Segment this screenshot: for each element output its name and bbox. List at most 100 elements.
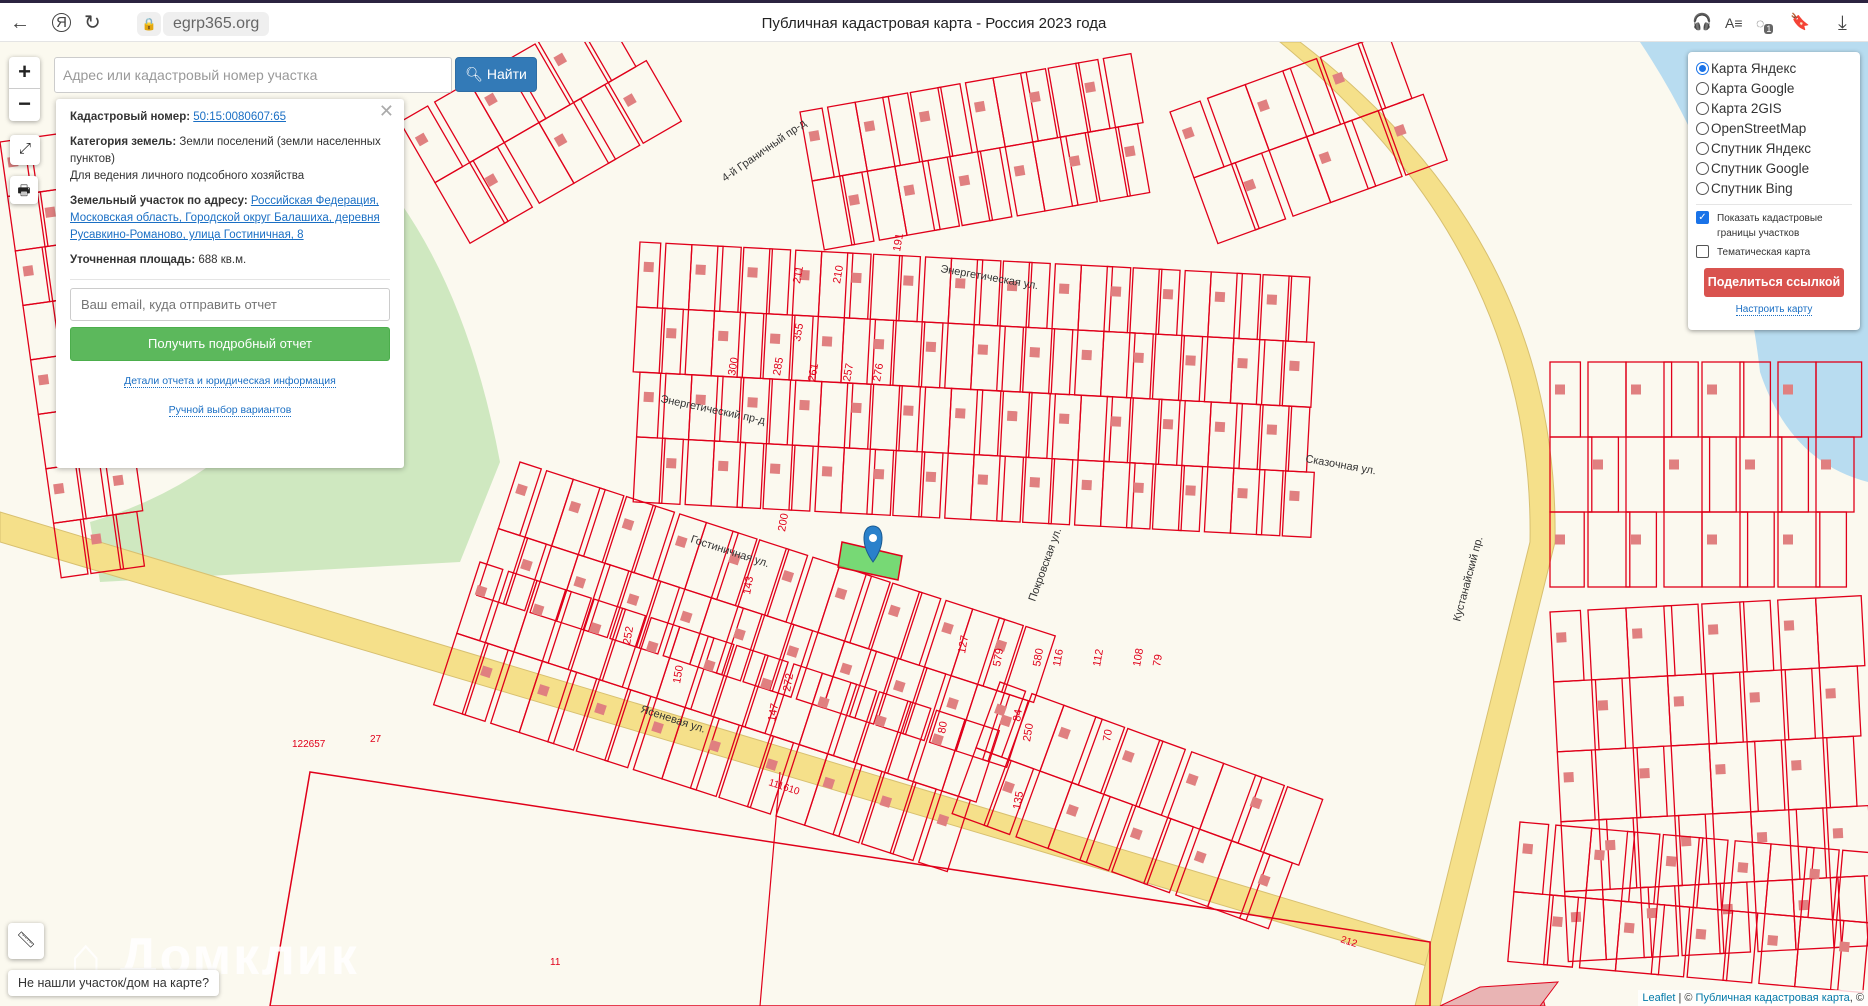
parcel[interactable] xyxy=(736,441,765,510)
parcel[interactable] xyxy=(870,582,923,661)
radio[interactable] xyxy=(1696,181,1709,195)
parcel[interactable] xyxy=(524,469,575,547)
parcel[interactable] xyxy=(866,448,895,516)
configure-map-link[interactable]: Настроить карту xyxy=(1735,304,1813,316)
parcel[interactable] xyxy=(1019,67,1059,143)
parcel[interactable] xyxy=(1542,894,1580,968)
parcel[interactable] xyxy=(1549,824,1593,899)
parcel[interactable] xyxy=(1587,511,1631,588)
parcel[interactable] xyxy=(1051,393,1083,461)
parcel[interactable] xyxy=(736,311,765,380)
parcel[interactable] xyxy=(1039,704,1104,786)
parcel[interactable] xyxy=(433,81,506,164)
parcel[interactable] xyxy=(996,325,1025,393)
parcel[interactable] xyxy=(635,371,662,439)
parcel[interactable] xyxy=(1556,749,1596,823)
parcel[interactable] xyxy=(1134,739,1187,817)
headphones-icon[interactable]: 🎧 xyxy=(1692,11,1712,35)
parcel[interactable] xyxy=(1103,395,1132,464)
zoom-out-button[interactable]: − xyxy=(9,89,40,121)
fullscreen-button[interactable]: ⤢ xyxy=(10,135,40,165)
parcel[interactable] xyxy=(941,718,1001,803)
layer-option[interactable]: Карта 2GIS xyxy=(1696,98,1852,118)
parcel[interactable] xyxy=(609,571,662,649)
parcel[interactable] xyxy=(921,386,953,454)
parcel[interactable] xyxy=(1835,849,1868,925)
cadastral-number-link[interactable]: 50:15:0080607:65 xyxy=(193,111,286,123)
parcel[interactable] xyxy=(814,445,845,514)
zoom-in-button[interactable]: + xyxy=(9,57,40,89)
parcel[interactable] xyxy=(1739,436,1783,513)
parcel[interactable] xyxy=(1073,329,1105,397)
parcel[interactable] xyxy=(1181,399,1212,468)
parcel[interactable] xyxy=(1103,265,1132,334)
email-field[interactable] xyxy=(70,288,390,321)
parcel[interactable] xyxy=(1007,692,1065,772)
parcel[interactable] xyxy=(1704,671,1744,745)
show-borders-option[interactable]: ✓ Показать кадастровые границы участков xyxy=(1696,211,1852,241)
parcel[interactable] xyxy=(1815,511,1848,588)
parcel[interactable] xyxy=(1203,466,1235,534)
layer-option[interactable]: Спутник Bing xyxy=(1696,178,1852,198)
parcel[interactable] xyxy=(1051,263,1083,331)
checkbox[interactable] xyxy=(1696,245,1709,258)
shield-icon[interactable]: ◌ 1 xyxy=(1756,11,1774,41)
parcel[interactable] xyxy=(1628,675,1672,749)
parcel[interactable] xyxy=(944,452,975,521)
parcel[interactable] xyxy=(909,86,954,163)
parcel[interactable] xyxy=(1262,785,1324,867)
parcel[interactable] xyxy=(1073,459,1105,527)
parcel[interactable] xyxy=(661,242,693,311)
parcel[interactable] xyxy=(1625,604,1676,679)
parcel[interactable] xyxy=(1814,595,1866,669)
parcel[interactable] xyxy=(1777,436,1810,513)
radio[interactable] xyxy=(1696,101,1709,115)
close-icon[interactable]: ✕ xyxy=(379,102,394,120)
parcel[interactable] xyxy=(1708,740,1760,815)
search-input[interactable] xyxy=(54,57,452,93)
parcel[interactable] xyxy=(14,246,51,307)
radio[interactable] xyxy=(1696,121,1709,135)
parcel[interactable] xyxy=(1059,132,1099,207)
parcel[interactable] xyxy=(1777,597,1820,671)
parcel[interactable] xyxy=(1193,161,1261,245)
layer-option[interactable]: Карта Яндекс xyxy=(1696,58,1852,78)
parcel[interactable] xyxy=(1728,840,1772,915)
parcel[interactable] xyxy=(1666,672,1718,747)
parcel[interactable] xyxy=(791,379,823,448)
parcel[interactable] xyxy=(572,42,637,84)
radio[interactable] xyxy=(1696,61,1709,75)
parcel[interactable] xyxy=(1166,750,1225,831)
reader-icon[interactable]: A≡ xyxy=(1725,11,1743,35)
parcel[interactable] xyxy=(1203,336,1235,404)
parcel[interactable] xyxy=(513,579,573,664)
parcel[interactable] xyxy=(811,174,856,251)
parcel[interactable] xyxy=(538,97,617,185)
details-link[interactable]: Детали отчета и юридическая информация xyxy=(124,375,336,388)
parcel[interactable] xyxy=(1663,361,1699,438)
parcel[interactable] xyxy=(570,598,627,682)
parcel[interactable] xyxy=(1722,909,1759,984)
radio[interactable] xyxy=(1696,81,1709,95)
parcel[interactable] xyxy=(1549,609,1585,683)
parcel[interactable] xyxy=(684,308,716,377)
radio[interactable] xyxy=(1696,141,1709,155)
parcel[interactable] xyxy=(1003,625,1057,704)
pkk-link[interactable]: Публичная кадастровая карта xyxy=(1696,992,1850,1004)
parcel[interactable] xyxy=(1181,269,1212,338)
parcel[interactable] xyxy=(1829,919,1868,994)
parcel[interactable] xyxy=(1513,821,1550,895)
print-button[interactable]: 🖶 xyxy=(10,176,38,204)
parcel[interactable] xyxy=(1825,804,1868,879)
parcel[interactable] xyxy=(1255,338,1284,407)
parcel[interactable] xyxy=(1125,332,1154,400)
parcel[interactable] xyxy=(843,382,872,450)
parcel[interactable] xyxy=(1305,119,1377,204)
parcel[interactable] xyxy=(713,245,742,313)
parcel[interactable] xyxy=(1549,436,1593,513)
layer-option[interactable]: Спутник Google xyxy=(1696,158,1852,178)
parcel[interactable] xyxy=(1549,361,1582,438)
find-button[interactable]: 🔍︎ Найти xyxy=(455,57,537,92)
manual-select-link[interactable]: Ручной выбор вариантов xyxy=(168,404,292,417)
not-found-button[interactable]: Не нашли участок/дом на карте? xyxy=(8,970,220,996)
